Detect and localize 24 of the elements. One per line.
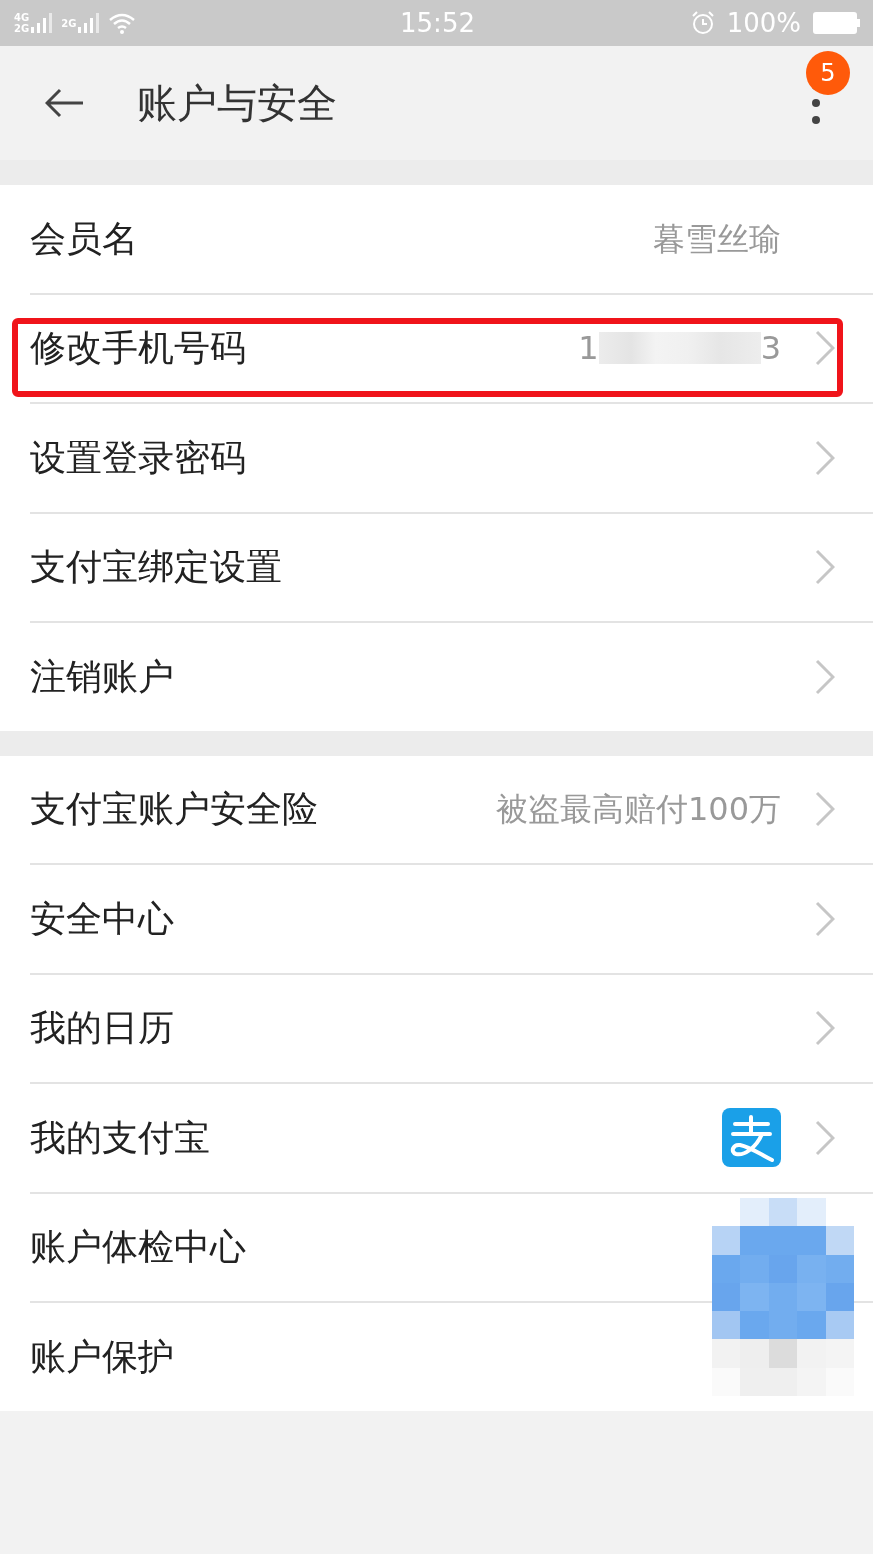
signal-icon [31,13,54,33]
row-label: 设置登录密码 [30,435,246,480]
row-label: 我的日历 [30,1006,174,1051]
battery-icon [813,12,861,34]
signal-icon [78,13,101,33]
row-label: 账户体检中心 [30,1225,246,1270]
row-label: 支付宝账户安全险 [30,787,318,832]
wifi-icon [108,12,137,34]
row-label: 注销账户 [30,654,174,699]
row-value: 3 [760,328,781,369]
back-button[interactable] [45,88,85,118]
row-label: 我的支付宝 [30,1115,210,1160]
row-value: 被盗最高赔付100万 [495,789,781,830]
notification-badge: 5 [806,51,850,95]
row-label: 支付宝绑定设置 [30,545,282,590]
row-value: 暮雪丝瑜 [653,218,781,259]
row-label: 账户保护 [30,1334,174,1379]
row-label: 安全中心 [30,896,174,941]
row-value: 1 [578,328,599,369]
row-label: 会员名 [30,216,138,261]
alarm-icon [690,11,715,35]
row-label: 修改手机号码 [30,326,246,371]
app-logo-icon [722,1108,781,1168]
page-title: 账户与安全 [137,79,337,127]
